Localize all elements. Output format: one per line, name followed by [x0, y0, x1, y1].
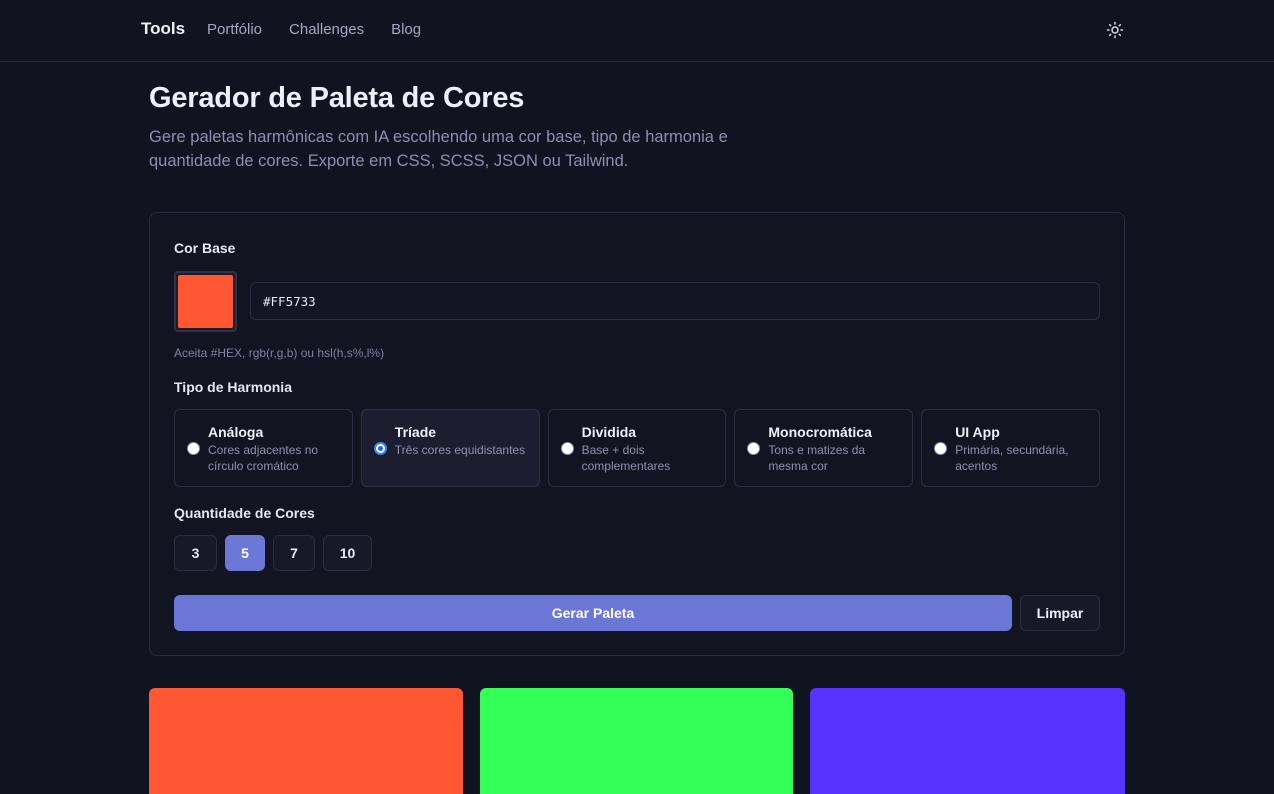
quantity-button-5[interactable]: 5 [225, 535, 265, 571]
harmony-description: Base + dois complementares [581, 443, 671, 473]
base-color-picker[interactable] [174, 271, 237, 332]
radio-triade[interactable] [373, 442, 387, 455]
quantity-button-7[interactable]: 7 [273, 535, 315, 571]
base-color-input[interactable] [250, 282, 1100, 320]
harmony-options: Análoga Cores adjacentes no círculo crom… [174, 409, 1100, 487]
harmony-name: Análoga [208, 424, 264, 440]
base-color-swatch [178, 275, 233, 328]
palette-generator-form: Cor Base Aceita #HEX, rgb(r,g,b) ou hsl(… [149, 212, 1125, 656]
palette-color-card-3[interactable] [810, 688, 1125, 794]
harmony-name: Tríade [394, 424, 437, 440]
quantity-label: Quantidade de Cores [174, 505, 315, 521]
radio-monocromatica[interactable] [747, 442, 761, 455]
brand-logo[interactable]: Tools [141, 19, 185, 39]
quantity-button-10[interactable]: 10 [323, 535, 372, 571]
page-subtitle: Gere paletas harmônicas com IA escolhend… [149, 128, 728, 170]
generate-palette-button[interactable]: Gerar Paleta [174, 595, 1012, 631]
harmony-option-triade[interactable]: Tríade Três cores equidistantes [360, 409, 540, 487]
harmony-name: Monocromática [768, 424, 872, 440]
theme-toggle-button[interactable] [1104, 19, 1126, 41]
nav-link-portfolio[interactable]: Portfólio [207, 21, 262, 38]
quantity-button-3[interactable]: 3 [174, 535, 217, 571]
nav-link-blog[interactable]: Blog [391, 21, 421, 38]
harmony-description: Tons e matizes da mesma cor [768, 443, 866, 473]
radio-ui-app[interactable] [934, 442, 948, 455]
nav-link-challenges[interactable]: Challenges [289, 21, 364, 38]
clear-button[interactable]: Limpar [1020, 595, 1100, 631]
harmony-option-analoga[interactable]: Análoga Cores adjacentes no círculo crom… [174, 409, 353, 487]
palette-color-card-2[interactable] [480, 688, 793, 794]
top-navbar: Tools Portfólio Challenges Blog [0, 0, 1274, 62]
palette-color-card-1[interactable] [149, 688, 463, 794]
harmony-option-monocromatica[interactable]: Monocromática Tons e matizes da mesma co… [734, 409, 914, 487]
page-title: Gerador de Paleta de Cores [149, 82, 525, 114]
radio-analoga[interactable] [187, 442, 200, 455]
harmony-description: Primária, secundária, acentos [955, 443, 1069, 473]
harmony-description: Cores adjacentes no círculo cromático [208, 443, 319, 473]
radio-dividida[interactable] [560, 442, 574, 455]
sun-icon [1106, 21, 1124, 39]
harmony-description: Três cores equidistantes [394, 443, 526, 457]
harmony-option-dividida[interactable]: Dividida Base + dois complementares [547, 409, 727, 487]
harmony-option-ui-app[interactable]: UI App Primária, secundária, acentos [921, 409, 1100, 487]
base-color-label: Cor Base [174, 240, 236, 256]
harmony-type-label: Tipo de Harmonia [174, 379, 292, 395]
nav-links: Portfólio Challenges Blog [207, 21, 421, 38]
quantity-options: 3 5 7 10 [174, 535, 372, 571]
harmony-name: UI App [955, 424, 1000, 440]
harmony-name: Dividida [581, 424, 637, 440]
base-color-hint: Aceita #HEX, rgb(r,g,b) ou hsl(h,s%,l%) [174, 346, 385, 360]
